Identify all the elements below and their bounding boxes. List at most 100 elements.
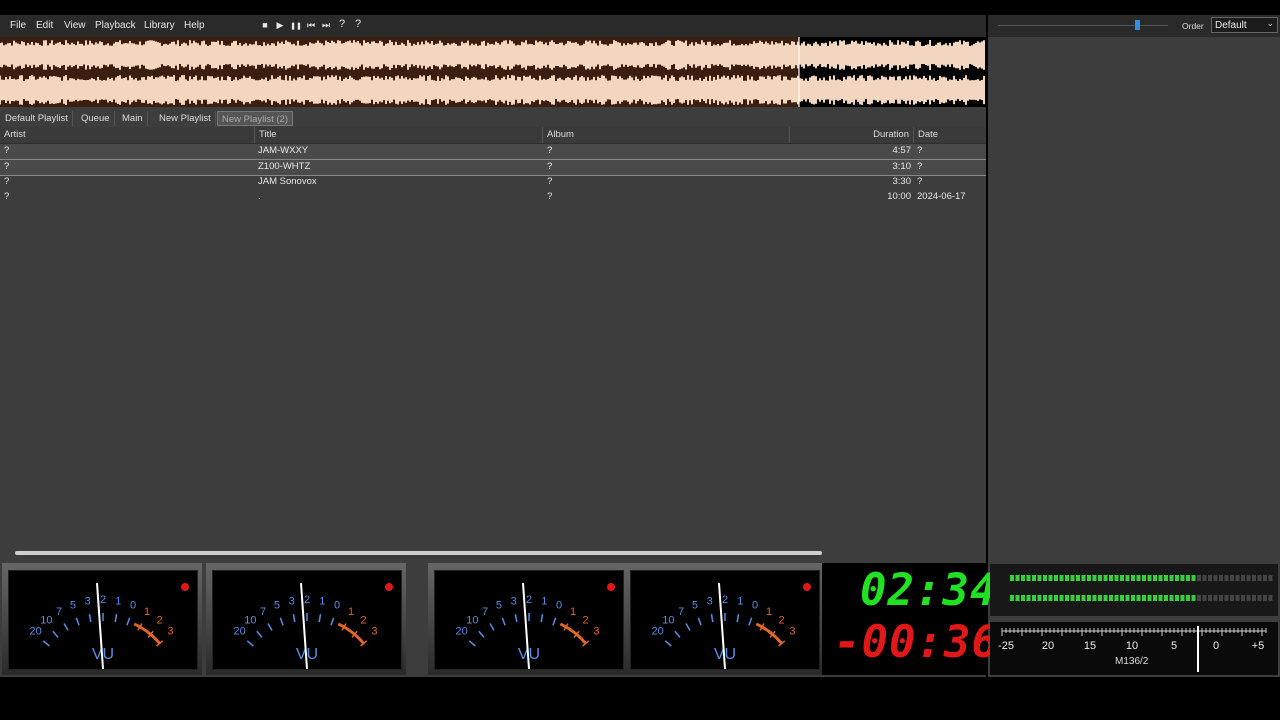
table-row[interactable]: ? JAM-WXXY ? 4:57 ? <box>0 144 986 160</box>
peak-segment <box>1043 595 1047 601</box>
vu-scale-label: 20 <box>29 625 41 637</box>
vu-tick <box>88 614 92 623</box>
peak-segment <box>1246 595 1251 601</box>
waveform-graphic <box>0 37 986 107</box>
peak-segment <box>1048 575 1053 581</box>
pause-button[interactable]: ❚❚ <box>290 22 302 30</box>
vu-tick <box>501 617 506 626</box>
peak-segment <box>1015 575 1020 581</box>
volume-track[interactable] <box>998 25 1168 26</box>
vu-scale-label: 7 <box>260 606 266 618</box>
tab-new-playlist-2[interactable]: New Playlist (2) <box>217 111 293 126</box>
vu-tick <box>52 630 59 638</box>
peak-meter <box>990 564 1278 616</box>
vu-tick <box>267 623 273 631</box>
tab-queue[interactable]: Queue <box>77 111 115 126</box>
peak-segment <box>1147 575 1152 581</box>
tab-default-playlist[interactable]: Default Playlist <box>1 111 73 126</box>
stop-button[interactable]: ■ <box>259 20 271 30</box>
vu-red-zone <box>337 622 365 645</box>
peak-segment <box>1120 575 1124 581</box>
tab-main[interactable]: Main <box>118 111 148 126</box>
peak-segment <box>1043 575 1047 581</box>
menu-help[interactable]: Help <box>184 20 205 31</box>
cell-album: ? <box>547 145 553 156</box>
tab-new-playlist[interactable]: New Playlist <box>155 111 216 126</box>
vu-scale-label: 1 <box>570 606 576 618</box>
horizontal-scrollbar[interactable] <box>15 551 822 555</box>
vu-meter-graphic: 201075 3 2 1 0123VU <box>651 582 811 670</box>
peak-segment <box>1197 595 1201 601</box>
column-duration[interactable]: Duration <box>790 127 914 143</box>
cell-date: 2024-06-17 <box>917 191 966 202</box>
vu-tick <box>710 614 714 623</box>
vu-scale-label: 2 <box>304 594 310 606</box>
volume-thumb[interactable] <box>1135 20 1141 30</box>
peak-segment <box>1054 595 1058 601</box>
peak-segment <box>1147 595 1152 601</box>
peak-segment <box>1213 575 1218 581</box>
menu-playback[interactable]: Playback <box>95 20 136 31</box>
vu-scale-label: 7 <box>56 606 62 618</box>
ppm-meter-graphic: -25 20 15 10 5 0 +5 <box>998 626 1267 672</box>
order-select[interactable]: Default ⌄ <box>1211 17 1278 33</box>
menu-file[interactable]: File <box>10 20 26 31</box>
cell-title: . <box>258 191 261 202</box>
previous-button[interactable]: ⏮ <box>305 20 317 31</box>
vu-scale-label: 10 <box>662 615 674 627</box>
peak-segment <box>1092 595 1097 601</box>
vu-tick <box>246 640 254 647</box>
vu-scale-label: 1 <box>348 606 354 618</box>
vu-scale-label: 5 <box>70 599 76 611</box>
column-title[interactable]: Title <box>255 127 543 143</box>
peak-segment <box>1208 575 1212 581</box>
waveform-seekbar[interactable] <box>0 37 986 107</box>
peak-segment <box>1010 595 1014 601</box>
vu-scale-label: 2 <box>526 594 532 606</box>
column-album[interactable]: Album <box>543 127 790 143</box>
vu-tick <box>685 623 691 631</box>
peak-segment <box>1076 575 1080 581</box>
peak-segment <box>1114 595 1119 601</box>
column-artist[interactable]: Artist <box>0 127 255 143</box>
play-button[interactable]: ▶ <box>274 20 286 31</box>
vu-meter: 20 10 7 5 3 2 1 0 1 2 3 VU <box>624 563 824 675</box>
ppm-scale-label: 15 <box>1084 640 1096 652</box>
vu-peak-led <box>607 583 615 591</box>
vu-tick <box>748 617 753 626</box>
table-row[interactable]: ? Z100-WHTZ ? 3:10 ? <box>0 160 986 176</box>
vu-tick <box>256 630 263 638</box>
peak-segment <box>1087 595 1091 601</box>
random-button[interactable]: ? <box>336 18 348 30</box>
peak-segment <box>1224 595 1229 601</box>
menu-library[interactable]: Library <box>144 20 175 31</box>
peak-segment <box>1186 575 1190 581</box>
peak-segment <box>1032 595 1036 601</box>
cell-album: ? <box>547 191 553 202</box>
peak-segment <box>1109 595 1113 601</box>
menu-edit[interactable]: Edit <box>36 20 53 31</box>
vu-scale-label: 3 <box>85 595 91 607</box>
cell-artist: ? <box>4 191 10 202</box>
menu-view[interactable]: View <box>64 20 86 31</box>
peak-segment <box>1026 575 1031 581</box>
table-row[interactable]: ? . ? 10:00 2024-06-17 <box>0 190 986 205</box>
peak-segment <box>1235 595 1240 601</box>
vu-tick <box>330 617 335 626</box>
random-alt-button[interactable]: ? <box>352 18 364 30</box>
cell-title: JAM Sonovox <box>258 176 317 187</box>
vu-tick <box>279 617 284 626</box>
peak-segment <box>1032 575 1036 581</box>
vu-scale-label: 2 <box>361 615 367 627</box>
cell-album: ? <box>547 161 553 172</box>
column-date[interactable]: Date <box>914 127 986 143</box>
table-row[interactable]: ? JAM Sonovox ? 3:30 ? <box>0 175 986 190</box>
next-button[interactable]: ⏭ <box>320 20 332 31</box>
ppm-scale-label: 0 <box>1213 640 1219 652</box>
ppm-model-label: M136/2 <box>1115 656 1149 667</box>
vu-tick <box>736 614 740 623</box>
vu-tick <box>468 640 476 647</box>
peak-segment <box>1180 575 1185 581</box>
ppm-scale-label: 5 <box>1171 640 1177 652</box>
peak-segment <box>1230 575 1234 581</box>
